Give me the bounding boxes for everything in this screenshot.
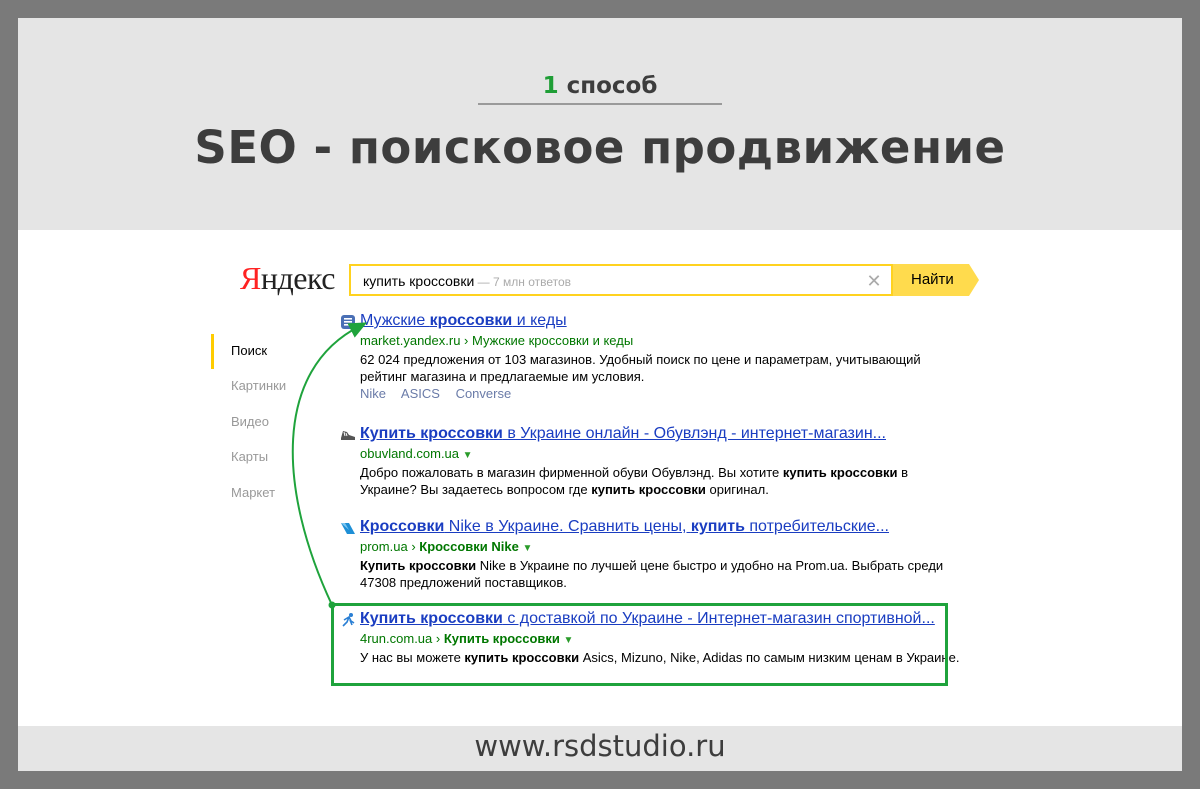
subtitle: 1 способ (18, 73, 1182, 99)
footer-band: www.rsdstudio.ru (18, 726, 1182, 771)
poster-frame: 1 способ SEO - поисковое продвижение Янд… (18, 18, 1182, 771)
move-up-arrow (291, 322, 368, 609)
screenshot-area: Яндекс купить кроссовки — 7 млн ответов … (18, 230, 1182, 726)
subtitle-divider (478, 103, 722, 105)
subtitle-word: способ (566, 73, 658, 99)
footer-site[interactable]: www.rsdstudio.ru (18, 729, 1182, 763)
page-title: SEO - поисковое продвижение (194, 121, 1006, 174)
header-band: 1 способ SEO - поисковое продвижение (18, 18, 1182, 230)
subtitle-number: 1 (542, 73, 559, 99)
